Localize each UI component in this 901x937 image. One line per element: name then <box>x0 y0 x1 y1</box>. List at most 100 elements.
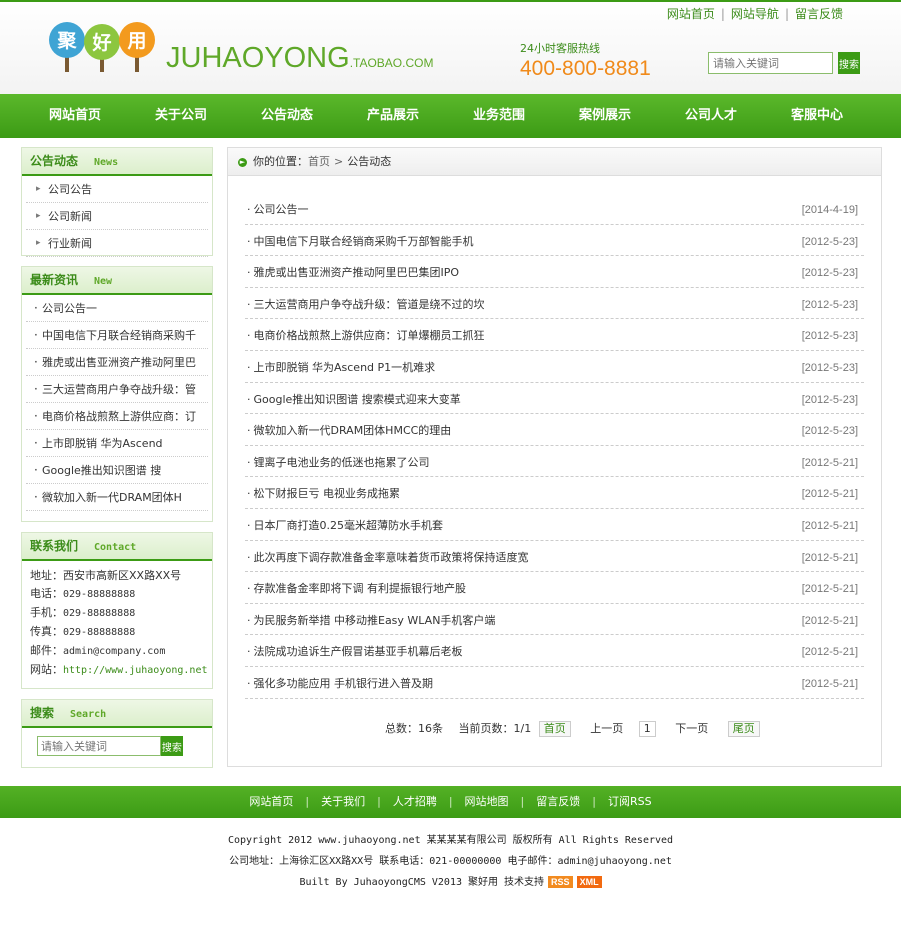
footer-built: Built By JuhaoyongCMS V2013 聚好用 技术支持 RSS X… <box>0 872 901 893</box>
article-title[interactable]: 微软加入新一代DRAM团体HMCC的理由 <box>245 424 451 437</box>
separator: | <box>520 795 525 808</box>
footer-link[interactable]: 留言反馈 <box>536 795 580 808</box>
sidebar-news-item[interactable]: Google推出知识图谱 搜 <box>26 457 208 484</box>
nav-item[interactable]: 关于公司 <box>128 94 234 138</box>
article-title[interactable]: 锂离子电池业务的低迷也拖累了公司 <box>245 456 430 469</box>
article-title[interactable]: 三大运营商用户争夺战升级：管道是绕不过的坎 <box>245 298 485 311</box>
footer-nav: 网站首页 | 关于我们 | 人才招聘 | 网站地图 | 留言反馈 | 订阅RSS <box>0 786 901 818</box>
sidebar-news-item[interactable]: 雅虎或出售亚洲资产推动阿里巴 <box>26 349 208 376</box>
nav-item[interactable]: 公告动态 <box>234 94 340 138</box>
article-date: [2012-5-21] <box>801 677 858 690</box>
logo[interactable]: 聚 好 用 JUHAOYONG.TAOBAO.COM <box>48 16 433 76</box>
article-date: [2012-5-21] <box>801 456 858 469</box>
nav-item[interactable]: 产品展示 <box>340 94 446 138</box>
article-date: [2012-5-21] <box>801 551 858 564</box>
breadcrumb-home[interactable]: 首页 <box>308 155 330 168</box>
footer-link[interactable]: 订阅RSS <box>608 795 652 808</box>
breadcrumb-current: 公告动态 <box>347 155 392 168</box>
sidebar-search-input[interactable] <box>37 736 161 756</box>
header-search-input[interactable] <box>708 52 833 74</box>
footer-link[interactable]: 人才招聘 <box>393 795 437 808</box>
sidebar-notice-title: 公告动态 News <box>22 148 212 176</box>
sidebar-news-item[interactable]: 中国电信下月联合经销商采购千 <box>26 322 208 349</box>
sidebar-item[interactable]: 行业新闻 <box>26 230 208 257</box>
top-link[interactable]: 网站导航 <box>731 7 779 21</box>
article-row: 日本厂商打造0.25毫米超薄防水手机套 [2012-5-21] <box>245 509 864 541</box>
sidebar-news-item[interactable]: 三大运营商用户争夺战升级：管 <box>26 376 208 403</box>
nav-item[interactable]: 公司人才 <box>658 94 764 138</box>
footer-link[interactable]: 网站首页 <box>249 795 293 808</box>
separator: | <box>592 795 596 808</box>
pager-prev-button[interactable]: 上一页 <box>590 722 623 735</box>
pager: 总数：16条 当前页数：1/1 首页 上一页 1 下一页 尾页 <box>385 720 766 737</box>
article-title[interactable]: 电商价格战煎熬上游供应商：订单爆棚员工抓狂 <box>245 329 485 342</box>
header-search: 搜索 <box>708 52 860 74</box>
top-link[interactable]: 网站首页 <box>667 7 715 21</box>
hotline-number: 400-800-8881 <box>520 57 651 80</box>
article-title[interactable]: 公司公告一 <box>245 203 309 216</box>
article-row: 此次再度下调存款准备金率意味着货币政策将保持适度宽 [2012-5-21] <box>245 541 864 573</box>
article-title[interactable]: 松下财报巨亏 电视业务成拖累 <box>245 487 400 500</box>
article-title[interactable]: 雅虎或出售亚洲资产推动阿里巴巴集团IPO <box>245 266 459 279</box>
sidebar-contact-title: 联系我们 Contact <box>22 533 212 561</box>
article-title[interactable]: 法院成功追诉生产假冒诺基亚手机幕后老板 <box>245 645 463 658</box>
contact-label: 手机： <box>30 606 63 619</box>
separator: | <box>377 795 381 808</box>
article-title[interactable]: 强化多功能应用 手机银行进入普及期 <box>245 677 433 690</box>
nav-item[interactable]: 案例展示 <box>552 94 658 138</box>
pager-current-page[interactable]: 1 <box>638 721 656 737</box>
nav-item[interactable]: 客服中心 <box>764 94 870 138</box>
logo-char: 聚 <box>56 30 77 52</box>
article-title[interactable]: 日本厂商打造0.25毫米超薄防水手机套 <box>245 519 443 532</box>
contact-value: 西安市高新区XX路XX号 <box>63 569 182 582</box>
brand-suffix: .TAOBAO.COM <box>349 56 434 70</box>
article-title[interactable]: 存款准备金率即将下调 有利提振银行地产股 <box>245 582 466 595</box>
article-row: 上市即脱销 华为Ascend P1一机难求 [2012-5-23] <box>245 351 864 383</box>
pager-last-button[interactable]: 尾页 <box>727 721 760 737</box>
contact-website-link[interactable]: http://www.juhaoyong.net <box>63 665 208 676</box>
sidebar-notice: 公告动态News 公司公告公司新闻行业新闻 <box>21 147 213 257</box>
article-date: [2012-5-21] <box>801 583 858 596</box>
article-row: 强化多功能应用 手机银行进入普及期 [2012-5-21] <box>245 667 864 699</box>
article-date: [2012-5-21] <box>801 519 858 532</box>
contact-line: 手机：029-88888888 <box>22 604 212 623</box>
article-title[interactable]: 此次再度下调存款准备金率意味着货币政策将保持适度宽 <box>245 551 529 564</box>
footer-link[interactable]: 网站地图 <box>465 795 509 808</box>
pager-first-button[interactable]: 首页 <box>538 721 571 737</box>
sidebar-search-button[interactable]: 搜索 <box>160 736 183 756</box>
footer-link[interactable]: 关于我们 <box>321 795 365 808</box>
contact-line: 网站：http://www.juhaoyong.net <box>22 661 212 680</box>
article-row: Google推出知识图谱 搜索模式迎来大变革 [2012-5-23] <box>245 383 864 415</box>
nav-item[interactable]: 网站首页 <box>22 94 128 138</box>
sidebar-item[interactable]: 公司新闻 <box>26 203 208 230</box>
top-links: 网站首页 | 网站导航 | 留言反馈 <box>667 5 843 22</box>
rss-badge[interactable]: RSS <box>548 876 573 888</box>
sidebar-news-item[interactable]: 公司公告一 <box>26 295 208 322</box>
article-date: [2012-5-23] <box>801 361 858 374</box>
separator: | <box>305 795 310 808</box>
tree-logo-icon: 聚 好 用 <box>49 22 155 72</box>
article-title[interactable]: 为民服务新举措 中移动推Easy WLAN手机客户端 <box>245 614 495 627</box>
article-title[interactable]: 中国电信下月联合经销商采购千万部智能手机 <box>245 235 474 248</box>
contact-label: 传真： <box>30 625 63 638</box>
pager-next-button[interactable]: 下一页 <box>675 722 708 735</box>
hotline: 24小时客服热线 400-800-8881 <box>520 40 651 81</box>
header-search-button[interactable]: 搜索 <box>838 52 860 74</box>
nav-item[interactable]: 业务范围 <box>446 94 552 138</box>
contact-line: 传真：029-88888888 <box>22 623 212 642</box>
article-row: 中国电信下月联合经销商采购千万部智能手机 [2012-5-23] <box>245 225 864 257</box>
top-link[interactable]: 留言反馈 <box>795 7 843 21</box>
article-title[interactable]: 上市即脱销 华为Ascend P1一机难求 <box>245 361 435 374</box>
sidebar-item[interactable]: 公司公告 <box>26 176 208 203</box>
article-date: [2012-5-23] <box>801 298 858 311</box>
sidebar-news-item[interactable]: 上市即脱销 华为Ascend <box>26 430 208 457</box>
article-row: 锂离子电池业务的低迷也拖累了公司 [2012-5-21] <box>245 446 864 478</box>
article-title[interactable]: Google推出知识图谱 搜索模式迎来大变革 <box>245 393 461 406</box>
pager-page: 当前页数：1/1 <box>458 722 532 735</box>
separator: | <box>720 7 725 21</box>
sidebar-news-item[interactable]: 电商价格战煎熬上游供应商：订 <box>26 403 208 430</box>
article-date: [2012-5-21] <box>801 488 858 501</box>
xml-badge[interactable]: XML <box>576 876 602 888</box>
logo-char: 用 <box>127 30 146 52</box>
sidebar-news-item[interactable]: 微软加入新一代DRAM团体H <box>26 484 208 511</box>
